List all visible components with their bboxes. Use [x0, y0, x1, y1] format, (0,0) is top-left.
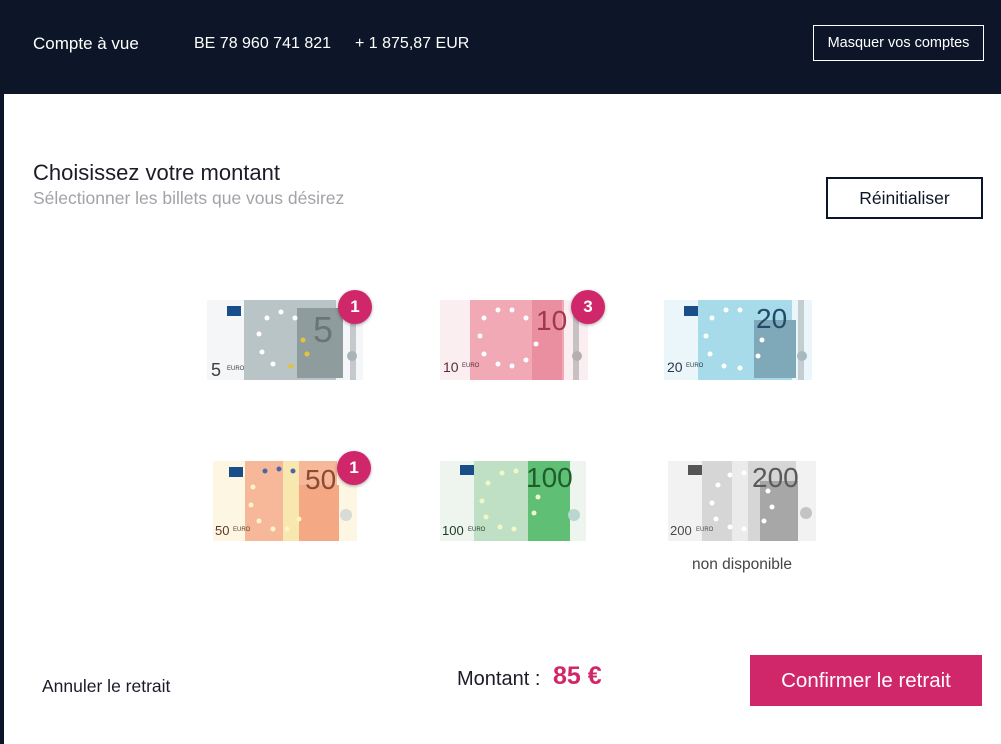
svg-text:5: 5 [211, 360, 221, 380]
banknote-50-value: 50 [305, 464, 336, 495]
account-header: Compte à vue BE 78 960 741 821 + 1 875,8… [0, 0, 1001, 94]
banknote-50-icon: 50 50 EURO [213, 461, 357, 541]
svg-text:EURO: EURO [696, 527, 714, 533]
banknote-20-icon: 20 20 EURO [664, 300, 812, 380]
banknote-20[interactable]: 20 20 EURO [664, 300, 812, 380]
hide-accounts-button[interactable]: Masquer vos comptes [813, 25, 984, 61]
banknote-10-value: 10 [536, 305, 567, 336]
amount-label: Montant : [457, 668, 541, 690]
banknote-100-icon: 100 100 EURO [440, 461, 586, 541]
svg-text:EURO: EURO [686, 363, 704, 369]
cancel-withdrawal-link[interactable]: Annuler le retrait [42, 676, 170, 697]
banknote-20-value: 20 [756, 303, 787, 334]
svg-text:10: 10 [443, 359, 459, 375]
account-iban: BE 78 960 741 821 [194, 35, 332, 52]
svg-text:200: 200 [670, 523, 692, 538]
banknote-50[interactable]: 50 50 EURO 1 [213, 451, 371, 541]
banknote-100[interactable]: 100 100 EURO [440, 461, 586, 541]
account-name: Compte à vue [33, 34, 139, 53]
banknote-5-value: 5 [313, 309, 333, 350]
banknote-200: 200 200 EURO [668, 461, 816, 541]
svg-text:100: 100 [442, 523, 464, 538]
svg-text:20: 20 [667, 359, 683, 375]
svg-text:EURO: EURO [462, 363, 480, 369]
banknote-200-icon: 200 200 EURO [668, 461, 816, 541]
confirm-withdrawal-button[interactable]: Confirmer le retrait [750, 655, 982, 706]
svg-text:EURO: EURO [227, 366, 245, 372]
banknote-10[interactable]: 10 10 EURO 3 [440, 290, 605, 380]
reset-button[interactable]: Réinitialiser [826, 177, 983, 219]
page-subtitle: Sélectionner les billets que vous désire… [33, 188, 345, 208]
banknote-10-icon: 10 10 EURO [440, 300, 588, 380]
banknote-100-value: 100 [526, 462, 573, 493]
banknote-50-count-badge: 1 [337, 451, 371, 485]
page-title: Choisissez votre montant [33, 160, 280, 185]
banknote-5-count-badge: 1 [338, 290, 372, 324]
amount-value: 85 € [553, 662, 602, 690]
svg-text:50: 50 [215, 523, 229, 538]
banknote-10-count-badge: 3 [571, 290, 605, 324]
svg-text:EURO: EURO [468, 527, 486, 533]
banknote-5[interactable]: 5 5 EURO 1 [207, 290, 372, 380]
account-balance: + 1 875,87 EUR [355, 35, 470, 52]
svg-text:EURO: EURO [233, 527, 251, 533]
banknote-200-value: 200 [752, 462, 799, 493]
unavailable-label: non disponible [692, 556, 792, 573]
